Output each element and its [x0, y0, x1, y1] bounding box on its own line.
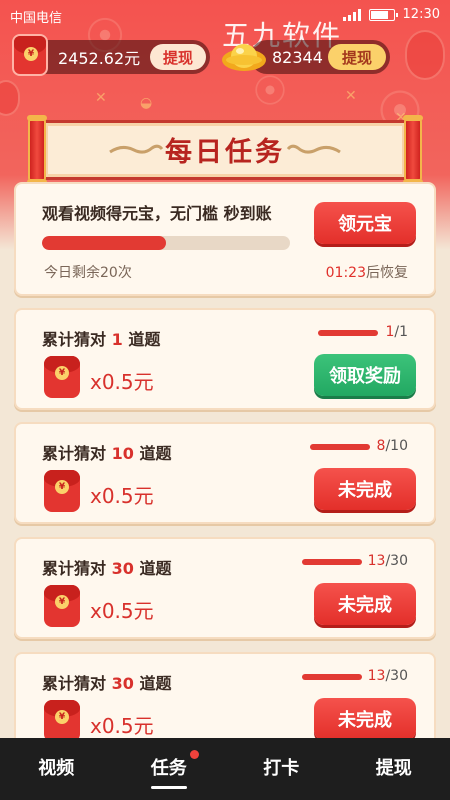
video-task-card: 观看视频得元宝，无门槛 秒到账 领元宝 今日剩余20次 01:23后恢复 — [14, 182, 436, 296]
signal-icon — [342, 8, 361, 21]
video-progress-bar — [42, 236, 290, 250]
red-envelope-icon: ¥ — [44, 585, 80, 627]
notification-dot — [190, 750, 199, 759]
task-progress-count: 13/30 — [367, 553, 408, 569]
red-envelope-icon: ¥ — [44, 470, 80, 512]
red-envelope-icon: ¥ — [44, 356, 80, 398]
cash-withdraw-button[interactable]: 提现 — [150, 44, 206, 70]
task-progress-bar — [318, 330, 378, 336]
task-progress-bar — [302, 559, 362, 565]
task-title: 累计猜对 30 道题 — [42, 674, 172, 693]
task-reward: x0.5元 — [90, 714, 154, 738]
task-card: 累计猜对 10 道题 8/10 ¥ x0.5元 未完成 — [14, 422, 436, 524]
star-decoration: ✕ — [345, 88, 357, 104]
task-reward: x0.5元 — [90, 370, 154, 394]
bottom-nav: 视频 任务 打卡 提现 — [0, 738, 450, 800]
battery-icon — [368, 8, 398, 21]
video-progress-fill — [42, 236, 166, 250]
daily-task-banner: 每日任务 — [27, 115, 423, 185]
countdown: 01:23 — [325, 265, 366, 281]
nav-task-label: 任务 — [150, 758, 187, 779]
carrier-label: 中国电信 — [10, 11, 63, 26]
gold-amount: 82344 — [272, 47, 323, 67]
gold-withdraw-button[interactable]: 提现 — [328, 44, 386, 70]
claim-ingot-button[interactable]: 领元宝 — [314, 202, 416, 244]
recover-suffix: 后恢复 — [366, 265, 408, 281]
task-reward: x0.5元 — [90, 484, 154, 508]
nav-video[interactable]: 视频 — [0, 738, 113, 800]
lantern-decoration — [405, 30, 445, 80]
task-card: 累计猜对 1 道题 1/1 ¥ x0.5元 领取奖励 — [14, 308, 436, 410]
task-progress-bar — [302, 674, 362, 680]
task-progress-count: 1/1 — [385, 324, 408, 340]
task-title: 累计猜对 1 道题 — [42, 330, 161, 349]
star-decoration: ✕ — [95, 90, 107, 106]
incomplete-button[interactable]: 未完成 — [314, 698, 416, 740]
status-indicators: 12:30 — [342, 7, 440, 22]
ingot-decoration: ◒ — [140, 95, 153, 111]
gold-balance: 82344 提现 — [250, 40, 390, 74]
lantern-decoration — [0, 80, 20, 116]
cash-amount: 2452.62元 — [58, 49, 141, 68]
incomplete-button[interactable]: 未完成 — [314, 468, 416, 510]
claim-reward-button[interactable]: 领取奖励 — [314, 354, 416, 396]
task-progress-count: 8/10 — [376, 438, 408, 454]
remaining-count: 今日剩余20次 — [44, 265, 132, 281]
gold-ingot-icon — [222, 44, 266, 71]
task-progress-count: 13/30 — [367, 668, 408, 684]
red-envelope-icon: ¥ — [44, 700, 80, 742]
active-indicator — [150, 786, 187, 789]
nav-task[interactable]: 任务 — [113, 738, 226, 800]
task-reward: x0.5元 — [90, 599, 154, 623]
task-title: 累计猜对 10 道题 — [42, 444, 172, 463]
nav-withdraw[interactable]: 提现 — [338, 738, 450, 800]
task-title: 累计猜对 30 道题 — [42, 559, 172, 578]
video-task-title: 观看视频得元宝，无门槛 秒到账 — [42, 204, 272, 223]
red-envelope-icon: ¥ — [12, 34, 48, 76]
task-progress-bar — [310, 444, 370, 450]
cash-balance: 2452.62元 提现 — [28, 40, 210, 74]
nav-checkin[interactable]: 打卡 — [225, 738, 338, 800]
clock: 12:30 — [402, 7, 440, 22]
recover-timer: 01:23后恢复 — [326, 262, 408, 282]
task-card: 累计猜对 30 道题 13/30 ¥ x0.5元 未完成 — [14, 652, 436, 752]
page-title: 每日任务 — [165, 137, 285, 168]
task-card: 累计猜对 30 道题 13/30 ¥ x0.5元 未完成 — [14, 537, 436, 639]
incomplete-button[interactable]: 未完成 — [314, 583, 416, 625]
